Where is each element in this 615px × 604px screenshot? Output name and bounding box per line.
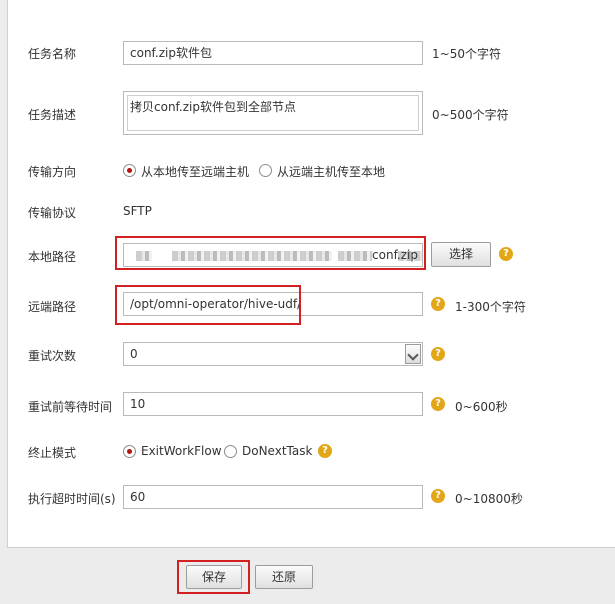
protocol-label: 传输协议 [28, 206, 77, 220]
stop-mode-next-label[interactable]: DoNextTask [242, 444, 312, 458]
direction-local-to-remote-label[interactable]: 从本地传至远端主机 [141, 163, 249, 180]
question-icon[interactable]: ? [499, 247, 513, 261]
retry-wait-input[interactable]: 10 [123, 392, 423, 416]
retry-count-select[interactable]: 0 [123, 342, 423, 366]
form-panel [7, 0, 615, 548]
task-desc-label: 任务描述 [28, 108, 77, 122]
remote-path-hint: 1-300个字符 [455, 300, 526, 314]
task-name-input[interactable]: conf.zip软件包 [123, 41, 423, 65]
timeout-label: 执行超时时间(s) [28, 492, 116, 506]
local-path-label: 本地路径 [28, 250, 77, 264]
reset-button[interactable]: 还原 [255, 565, 313, 589]
stop-mode-exit-radio[interactable] [123, 445, 136, 458]
task-desc-hint: 0~500个字符 [432, 108, 509, 122]
task-name-hint: 1~50个字符 [432, 47, 501, 61]
direction-label: 传输方向 [28, 165, 77, 179]
stop-mode-exit-label[interactable]: ExitWorkFlow [141, 444, 222, 458]
timeout-hint: 0~10800秒 [455, 492, 523, 506]
question-icon[interactable]: ? [431, 297, 445, 311]
highlight-box [115, 285, 301, 325]
direction-remote-to-local-label[interactable]: 从远端主机传至本地 [277, 163, 385, 180]
task-desc-textarea[interactable]: 拷贝conf.zip软件包到全部节点 [123, 91, 423, 135]
question-icon[interactable]: ? [431, 347, 445, 361]
retry-wait-hint: 0~600秒 [455, 400, 508, 414]
question-icon[interactable]: ? [431, 489, 445, 503]
browse-button[interactable]: 选择 [431, 242, 491, 267]
stop-mode-label: 终止模式 [28, 446, 77, 460]
question-icon[interactable]: ? [431, 397, 445, 411]
direction-local-to-remote-radio[interactable] [123, 164, 136, 177]
task-desc-text: 拷贝conf.zip软件包到全部节点 [127, 95, 419, 131]
highlight-box [115, 236, 426, 270]
highlight-box [177, 560, 250, 594]
protocol-value: SFTP [123, 204, 152, 218]
retry-wait-label: 重试前等待时间 [28, 400, 113, 414]
question-icon[interactable]: ? [318, 444, 332, 458]
task-name-label: 任务名称 [28, 47, 77, 61]
direction-remote-to-local-radio[interactable] [259, 164, 272, 177]
remote-path-label: 远端路径 [28, 300, 77, 314]
timeout-input[interactable]: 60 [123, 485, 423, 509]
retry-count-label: 重试次数 [28, 349, 77, 363]
stop-mode-next-radio[interactable] [224, 445, 237, 458]
chevron-down-icon[interactable] [405, 344, 421, 364]
retry-count-value: 0 [130, 347, 138, 361]
